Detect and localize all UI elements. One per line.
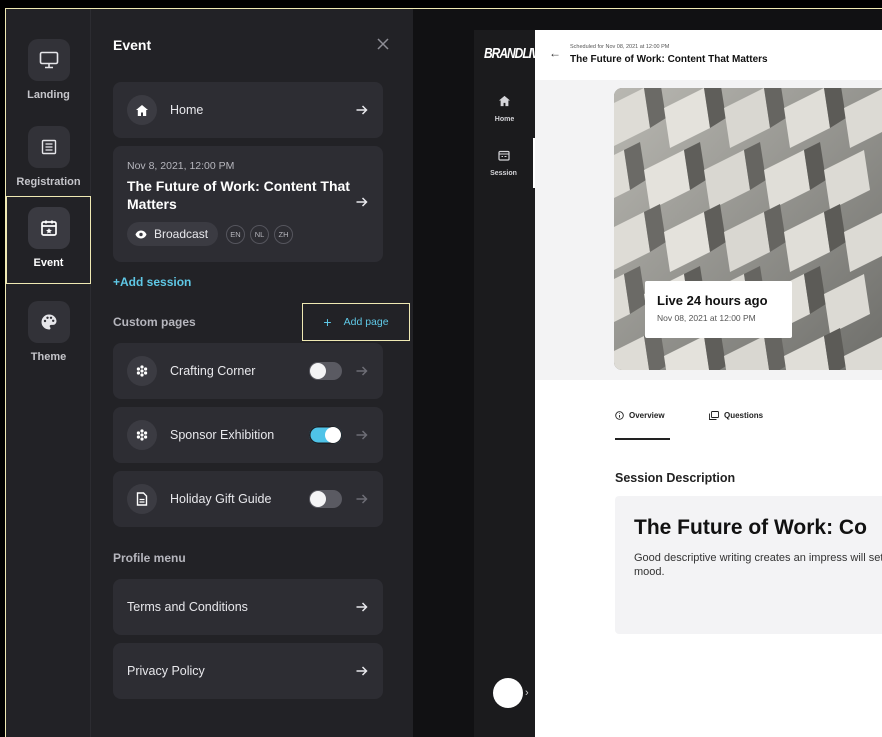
profile-item-label: Privacy Policy xyxy=(127,664,205,678)
preview-nav-label: Home xyxy=(494,116,515,123)
session-hero-image: Live 24 hours ago Nov 08, 2021 at 12:00 … xyxy=(614,88,882,370)
profile-item-terms[interactable]: Terms and Conditions xyxy=(113,579,383,635)
home-card[interactable]: Home xyxy=(113,82,383,138)
arrow-right-icon xyxy=(355,195,369,209)
language-badge-en: EN xyxy=(226,225,245,244)
arrow-right-icon xyxy=(355,103,369,117)
profile-item-label: Terms and Conditions xyxy=(127,600,248,614)
live-status-card: Live 24 hours ago Nov 08, 2021 at 12:00 … xyxy=(645,281,792,338)
back-arrow-icon[interactable]: ← xyxy=(549,46,561,60)
questions-icon xyxy=(709,411,719,420)
active-tab-indicator xyxy=(615,438,670,440)
panel-title: Event xyxy=(113,37,152,53)
arrow-right-icon xyxy=(355,600,369,614)
custom-page-label: Sponsor Exhibition xyxy=(170,428,275,442)
avatar[interactable] xyxy=(493,678,523,708)
arrow-right-icon xyxy=(355,664,369,678)
broadcast-label: Broadcast xyxy=(154,227,209,241)
description-body: Good descriptive writing creates an impr… xyxy=(634,552,882,578)
rail-label-landing: Landing xyxy=(27,89,70,101)
page-visibility-toggle[interactable] xyxy=(309,490,342,508)
eye-icon xyxy=(135,230,147,239)
description-title: The Future of Work: Co xyxy=(634,516,867,539)
tab-label: Questions xyxy=(724,411,764,420)
custom-pages-heading: Custom pages xyxy=(113,315,196,329)
preview-nav-rail: BRANDLIVE Home Session › xyxy=(474,30,546,737)
preview-nav-home[interactable]: Home xyxy=(474,94,535,123)
page-visibility-toggle[interactable] xyxy=(309,426,342,444)
broadcast-badge: Broadcast xyxy=(127,222,219,246)
document-icon xyxy=(127,484,157,514)
language-badge-nl: NL xyxy=(250,225,269,244)
preview-nav-session[interactable]: Session xyxy=(474,138,535,188)
custom-page-label: Holiday Gift Guide xyxy=(170,492,272,506)
scheduled-text: Scheduled for Nov 08, 2021 at 12:00 PM xyxy=(570,44,670,50)
flower-icon xyxy=(127,420,157,450)
arrow-right-icon xyxy=(355,364,369,378)
app-window: Landing Registration Event Theme Event H… xyxy=(0,0,882,737)
tab-questions[interactable]: Questions xyxy=(709,411,763,420)
live-status-title: Live 24 hours ago xyxy=(657,293,768,308)
editor-rail: Landing Registration Event Theme xyxy=(6,9,91,737)
plus-icon: + xyxy=(323,314,332,330)
chevron-right-icon[interactable]: › xyxy=(525,687,529,699)
home-icon xyxy=(498,94,511,112)
rail-item-event[interactable]: Event xyxy=(6,196,91,284)
session-title: The Future of Work: Content That Matters xyxy=(127,178,350,212)
preview-title: The Future of Work: Content That Matters xyxy=(570,54,768,65)
form-icon xyxy=(27,126,70,168)
profile-menu-heading: Profile menu xyxy=(113,551,186,565)
home-label: Home xyxy=(170,103,204,117)
live-status-date: Nov 08, 2021 at 12:00 PM xyxy=(657,313,756,323)
description-heading: Session Description xyxy=(615,471,736,485)
custom-page-crafting-corner[interactable]: Crafting Corner xyxy=(113,343,383,399)
custom-page-label: Crafting Corner xyxy=(170,364,256,378)
home-icon xyxy=(127,95,157,125)
close-icon[interactable] xyxy=(376,37,390,51)
rail-item-registration[interactable]: Registration xyxy=(6,116,91,204)
language-badge-zh: ZH xyxy=(274,225,293,244)
arrow-right-icon xyxy=(355,428,369,442)
monitor-icon xyxy=(27,39,70,81)
info-icon xyxy=(615,411,624,420)
tab-label: Overview xyxy=(629,411,665,420)
session-icon xyxy=(497,148,510,166)
custom-page-sponsor-exhibition[interactable]: Sponsor Exhibition xyxy=(113,407,383,463)
description-card: The Future of Work: Co Good descriptive … xyxy=(615,496,882,634)
arrow-right-icon xyxy=(355,492,369,506)
rail-label-theme: Theme xyxy=(30,351,67,363)
flower-icon xyxy=(127,356,157,386)
custom-page-holiday-gift-guide[interactable]: Holiday Gift Guide xyxy=(113,471,383,527)
add-page-label: Add page xyxy=(343,316,389,328)
profile-item-privacy[interactable]: Privacy Policy xyxy=(113,643,383,699)
rail-label-registration: Registration xyxy=(16,176,81,188)
rail-item-theme[interactable]: Theme xyxy=(6,291,91,379)
preview-app: ← Scheduled for Nov 08, 2021 at 12:00 PM… xyxy=(535,30,882,737)
session-date: Nov 8, 2021, 12:00 PM xyxy=(127,160,235,172)
add-session-button[interactable]: +Add session xyxy=(113,275,191,289)
page-visibility-toggle[interactable] xyxy=(309,362,342,380)
calendar-star-icon xyxy=(27,207,70,249)
palette-icon xyxy=(27,301,70,343)
preview-header: ← Scheduled for Nov 08, 2021 at 12:00 PM… xyxy=(535,30,882,80)
rail-item-landing[interactable]: Landing xyxy=(6,29,91,117)
event-panel: Event Home Nov 8, 2021, 12:00 PM The Fut… xyxy=(91,9,413,737)
preview-nav-label: Session xyxy=(490,170,517,177)
add-page-button[interactable]: + Add page xyxy=(302,303,410,341)
rail-label-event: Event xyxy=(33,257,64,269)
tab-overview[interactable]: Overview xyxy=(615,411,665,420)
session-card[interactable]: Nov 8, 2021, 12:00 PM The Future of Work… xyxy=(113,146,383,262)
